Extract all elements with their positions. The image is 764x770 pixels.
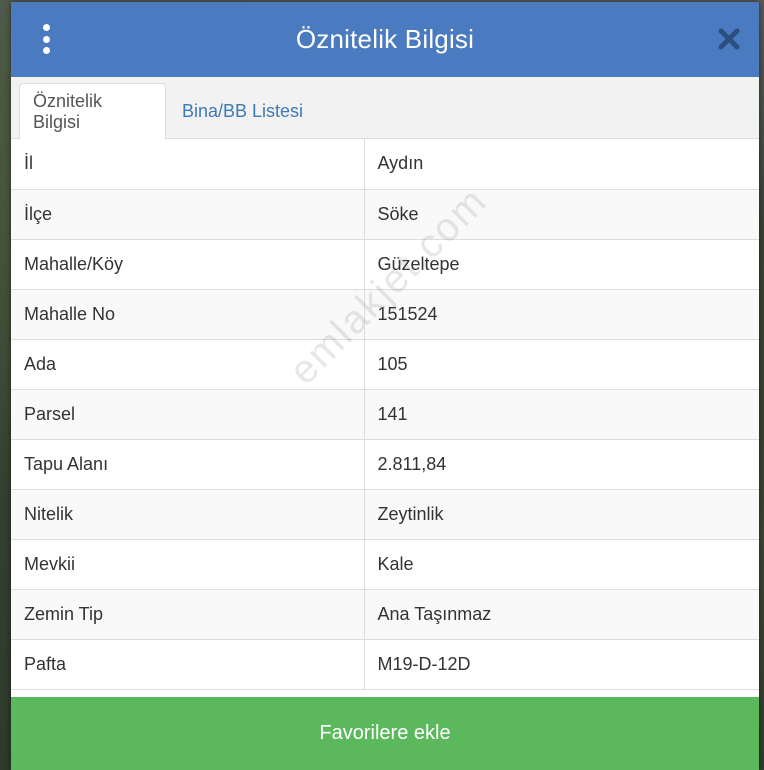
attribute-value: 141 [364,389,759,440]
table-row: İl Aydın [11,139,759,190]
table-row: Mevkii Kale [11,539,759,590]
attribute-key: Nitelik [11,489,365,540]
attribute-value: Ana Taşınmaz [364,589,759,640]
attribute-key: İl [11,139,365,190]
vertical-dots-icon[interactable] [41,24,51,54]
attribute-table: İl Aydın İlçe Söke Mahalle/Köy Güzeltepe Mahal… [11,139,759,690]
table-row: Pafta M19-D-12D [11,639,759,690]
table-row: Nitelik Zeytinlik [11,489,759,540]
dialog-title: Öznitelik Bilgisi [295,24,475,54]
attribute-key: Tapu Alanı [11,439,365,490]
attribute-value: M19-D-12D [364,639,759,690]
attribute-value: Zeytinlik [364,489,759,540]
tab-bar: Öznitelik Bilgisi Bina/BB Listesi [11,77,759,140]
table-row: Mahalle No 151524 [11,289,759,340]
close-icon[interactable] [717,27,741,51]
attribute-key: Zemin Tip [11,589,365,640]
attribute-value: 105 [364,339,759,390]
attribute-key: Mahalle/Köy [11,239,365,290]
attribute-key: İlçe [11,189,365,240]
attribute-value: Güzeltepe [364,239,759,290]
tab-building-list[interactable]: Bina/BB Listesi [169,83,316,140]
table-row: Parsel 141 [11,389,759,440]
attribute-key: Parsel [11,389,365,440]
attribute-value: 151524 [364,289,759,340]
tab-attribute-info[interactable]: Öznitelik Bilgisi [19,83,166,140]
table-row: Ada 105 [11,339,759,390]
attribute-key: Mahalle No [11,289,365,340]
table-row: Mahalle/Köy Güzeltepe [11,239,759,290]
attribute-value: Söke [364,189,759,240]
attribute-value: 2.811,84 [364,439,759,490]
table-row: Zemin Tip Ana Taşınmaz [11,589,759,640]
attribute-key: Ada [11,339,365,390]
add-to-favorites-button[interactable]: Favorilere ekle [11,697,759,770]
attribute-info-dialog: Öznitelik Bilgisi Öznitelik Bilgisi Bina… [11,2,759,770]
table-row: İlçe Söke [11,189,759,240]
dialog-header: Öznitelik Bilgisi [11,2,759,77]
attribute-value: Aydın [364,139,759,190]
table-row: Tapu Alanı 2.811,84 [11,439,759,490]
attribute-key: Pafta [11,639,365,690]
attribute-value: Kale [364,539,759,590]
attribute-key: Mevkii [11,539,365,590]
